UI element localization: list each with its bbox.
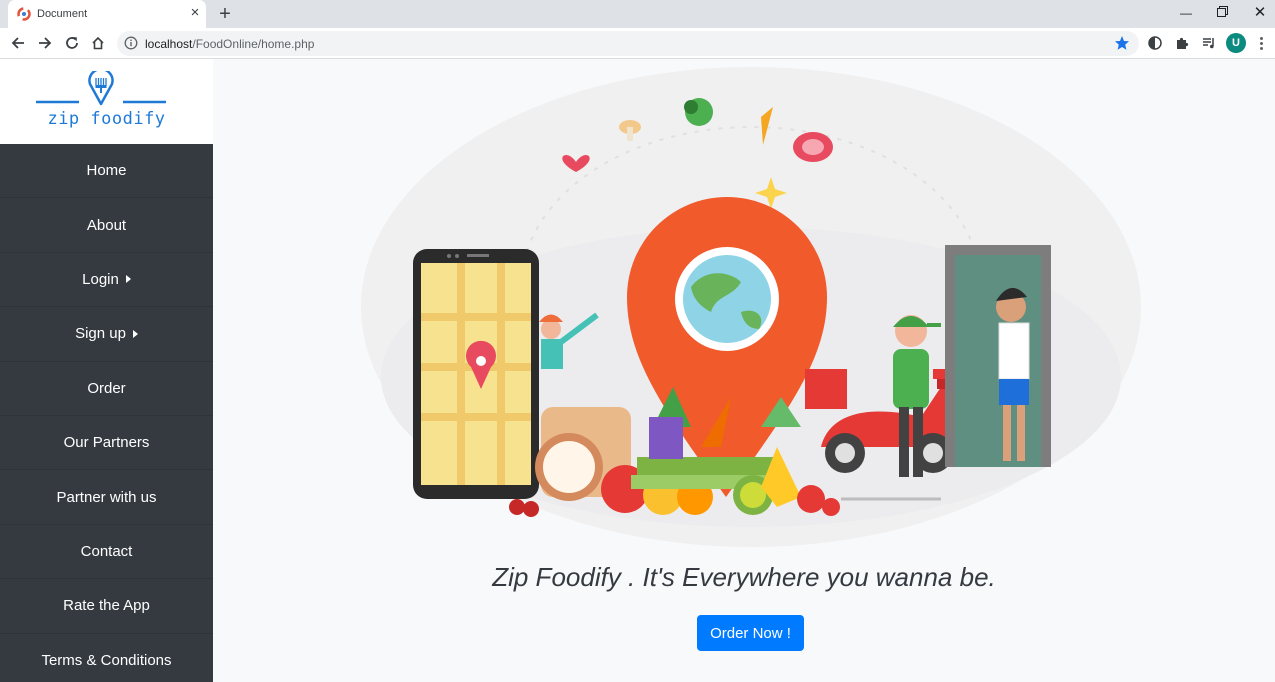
order-now-button[interactable]: Order Now ! (697, 615, 804, 651)
close-window-icon[interactable]: ✕ (1250, 4, 1270, 22)
forward-arrow-icon[interactable] (34, 32, 56, 54)
nav-item-label: Login (82, 270, 119, 288)
nav-item-label: Home (86, 162, 127, 180)
nav-item-label: About (86, 216, 127, 234)
home-icon[interactable] (87, 32, 109, 54)
nav-item-our-partners[interactable]: Our Partners (0, 416, 213, 471)
caret-right-icon (132, 329, 138, 338)
address-bar[interactable]: localhost/FoodOnline/home.php (117, 31, 1139, 56)
url-host: localhost (145, 37, 193, 51)
nav-item-contact[interactable]: Contact (0, 525, 213, 580)
minimize-icon[interactable]: — (1176, 4, 1196, 22)
new-tab-icon[interactable]: + (214, 3, 236, 25)
nav-list: Home About Login Sign up Order Our Partn… (0, 144, 213, 682)
info-icon[interactable] (124, 36, 138, 50)
favicon-icon (17, 7, 31, 21)
caret-right-icon (125, 275, 131, 284)
nav-item-signup[interactable]: Sign up (0, 307, 213, 362)
url-path: /FoodOnline/home.php (192, 37, 315, 51)
nav-item-home[interactable]: Home (0, 144, 213, 199)
sidebar: zip foodify Home About Login Sign up Ord… (0, 59, 213, 682)
tab-title: Document (37, 8, 88, 20)
browser-tab-strip: Document × + — ✕ (0, 0, 1275, 28)
nav-item-terms[interactable]: Terms & Conditions (0, 634, 213, 682)
nav-item-partner-with-us[interactable]: Partner with us (0, 470, 213, 525)
nav-item-label: Order (87, 379, 126, 397)
back-arrow-icon[interactable] (7, 32, 29, 54)
nav-item-label: Terms & Conditions (41, 651, 172, 669)
tagline: Zip Foodify . It's Everywhere you wanna … (492, 562, 996, 592)
menu-icon[interactable] (1254, 33, 1268, 53)
reload-icon[interactable] (61, 32, 83, 54)
browser-tab[interactable]: Document × (8, 0, 206, 28)
nav-item-about[interactable]: About (0, 198, 213, 253)
nav-item-rate-the-app[interactable]: Rate the App (0, 579, 213, 634)
restore-icon[interactable] (1212, 4, 1232, 22)
nav-item-login[interactable]: Login (0, 253, 213, 308)
extensions-icon[interactable] (1172, 33, 1192, 53)
browser-toolbar: localhost/FoodOnline/home.php U (0, 28, 1275, 59)
nav-item-label: Contact (80, 542, 133, 560)
nav-item-label: Sign up (75, 325, 126, 343)
nav-item-order[interactable]: Order (0, 362, 213, 416)
profile-avatar[interactable]: U (1226, 33, 1246, 53)
logo[interactable]: zip foodify (0, 59, 213, 144)
url-text[interactable]: localhost/FoodOnline/home.php (145, 37, 314, 51)
food-pin-logo-icon (36, 71, 166, 106)
dark-mode-icon[interactable] (1145, 33, 1165, 53)
main-content: Zip Foodify . It's Everywhere you wanna … (213, 59, 1275, 682)
tab-close-icon[interactable]: × (187, 5, 203, 21)
nav-item-label: Rate the App (63, 597, 150, 615)
nav-item-label: Our Partners (63, 434, 150, 452)
food-delivery-illustration (361, 67, 1141, 547)
star-icon[interactable] (1114, 35, 1130, 51)
media-icon[interactable] (1199, 33, 1219, 53)
nav-item-label: Partner with us (56, 488, 157, 506)
logo-text: zip foodify (47, 109, 166, 129)
